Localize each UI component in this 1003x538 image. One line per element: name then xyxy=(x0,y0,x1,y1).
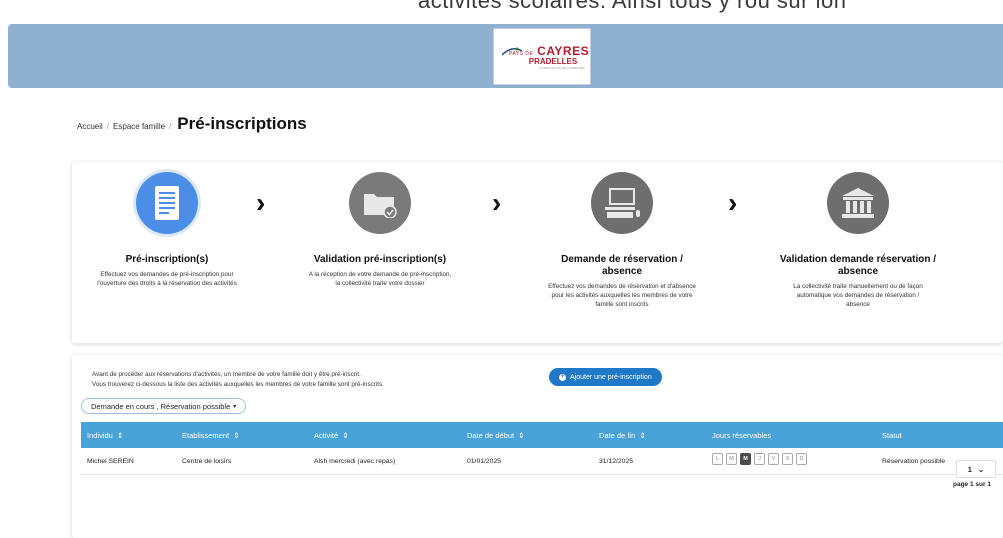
status-filter-dropdown[interactable]: Demande en cours , Réservation possible … xyxy=(81,398,247,414)
chevron-down-icon: ⌄ xyxy=(977,464,985,474)
chevron-right-icon: › xyxy=(256,187,266,218)
day-tuesday: M xyxy=(726,453,737,465)
breadcrumb-home[interactable]: Accueil xyxy=(77,122,103,131)
page-title: Pré-inscriptions xyxy=(177,114,307,133)
day-saturday: S xyxy=(782,453,793,465)
page-select[interactable]: 1 ⌄ xyxy=(956,460,996,478)
intro-line: Vous trouverez ci-dessous la liste des a… xyxy=(92,380,384,388)
breadcrumb-family[interactable]: Espace famille xyxy=(113,122,165,131)
column-header-statut: Statut xyxy=(882,431,902,440)
column-header-jours: Jours réservables xyxy=(712,431,772,440)
add-preinscription-label: Ajouter une pré-inscription xyxy=(570,373,652,381)
day-friday: V xyxy=(768,453,779,465)
intro-text: Avant de procéder aux réservations d'act… xyxy=(92,370,384,389)
filter-label: Demande en cours , Réservation possible xyxy=(91,401,231,411)
reservable-days: L M M J V S D xyxy=(712,453,807,465)
day-thursday: J xyxy=(754,453,765,465)
cell-individu: Michel SEREIN xyxy=(87,458,134,465)
step-demande-reservation: Demande de réservation / absence Effectu… xyxy=(542,172,702,309)
step-title: Validation demande réservation / absence xyxy=(779,254,937,277)
preinscription-list-card: Avant de procéder aux réservations d'act… xyxy=(72,355,1003,538)
caret-down-icon: ▾ xyxy=(233,403,237,410)
step-validation-preinscription: Validation pré-inscription(s) A la récep… xyxy=(300,172,460,288)
column-header-etablissement[interactable]: Etablissement ⇕ xyxy=(182,431,240,440)
logo-line2: PRADELLES xyxy=(528,56,578,66)
pagination-text: page 1 sur 1 xyxy=(953,481,991,488)
step-title: Pré-inscription(s) xyxy=(125,254,209,265)
cropped-top-text: activités scolaires. Ainsi tous y rou su… xyxy=(418,0,847,13)
add-preinscription-button[interactable]: + Ajouter une pré-inscription xyxy=(549,368,662,386)
table-header: Individu ⇕ Etablissement ⇕ Activité ⇕ Da… xyxy=(81,422,1003,448)
page-select-value: 1 xyxy=(967,464,972,474)
breadcrumb-separator: / xyxy=(169,122,172,131)
computer-icon xyxy=(591,172,653,234)
cell-date-fin: 31/12/2025 xyxy=(599,458,634,465)
step-title: Validation pré-inscription(s) xyxy=(313,254,447,265)
plus-icon: + xyxy=(559,373,566,381)
cell-etablissement: Centre de loisirs xyxy=(182,458,232,465)
step-validation-reservation: Validation demande réservation / absence… xyxy=(778,172,938,309)
step-preinscription: Pré-inscription(s) Effectuez vos demande… xyxy=(87,172,247,288)
day-sunday: D xyxy=(796,453,807,465)
column-header-date-fin[interactable]: Date de fin ⇕ xyxy=(599,431,646,440)
cell-date-debut: 01/01/2025 xyxy=(467,458,502,465)
logo-swoosh-icon xyxy=(502,47,522,56)
folder-check-icon xyxy=(349,172,411,234)
site-logo[interactable]: PAYS DE CAYRES PRADELLES COMMUNAUTÉ DE C… xyxy=(493,28,591,85)
logo-line3: COMMUNAUTÉ DE COMMUNES xyxy=(539,65,585,70)
cell-statut: Réservation possible xyxy=(882,458,946,465)
step-description: Effectuez vos demandes de réservation et… xyxy=(548,283,696,308)
breadcrumb-separator: / xyxy=(106,122,110,131)
chevron-right-icon: › xyxy=(728,187,738,218)
day-wednesday: M xyxy=(740,453,751,465)
step-description: A la réception de votre demande de pré-i… xyxy=(308,271,452,287)
column-header-activite[interactable]: Activité ⇕ xyxy=(314,431,349,440)
step-title: Demande de réservation / absence xyxy=(561,254,683,277)
building-icon xyxy=(827,172,889,234)
column-header-individu[interactable]: Individu ⇕ xyxy=(87,431,123,440)
step-description: La collectivité traite manuellement ou d… xyxy=(793,283,923,308)
step-description: Effectuez vos demandes de pré-inscriptio… xyxy=(97,271,237,287)
process-steps-card: Pré-inscription(s) Effectuez vos demande… xyxy=(72,162,1003,343)
day-monday: L xyxy=(712,453,723,465)
intro-line: Avant de procéder aux réservations d'act… xyxy=(92,371,361,378)
cell-activite: Alsh mercredi (avec repas) xyxy=(314,458,396,465)
column-header-date-debut[interactable]: Date de début ⇕ xyxy=(467,431,525,440)
table-row[interactable]: Michel SEREIN Centre de loisirs Alsh mer… xyxy=(81,448,1003,475)
document-icon xyxy=(136,172,198,234)
breadcrumb: Accueil / Espace famille / Pré-inscripti… xyxy=(77,114,307,134)
chevron-right-icon: › xyxy=(492,187,502,218)
